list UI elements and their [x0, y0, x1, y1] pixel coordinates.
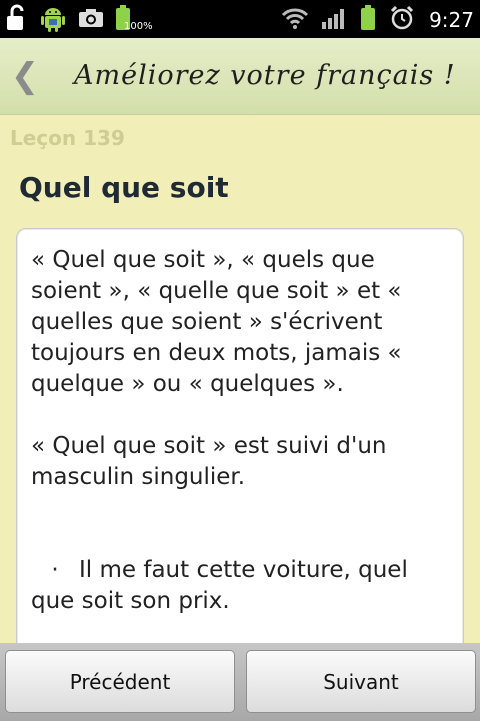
status-left	[6, 4, 132, 36]
status-bar: 100% 9:27	[0, 0, 480, 38]
lesson-content: « Quel que soit », « quels que soient »,…	[31, 245, 451, 617]
chevron-left-icon: ❮	[10, 56, 40, 96]
android-icon	[38, 3, 68, 37]
wifi-icon	[281, 6, 309, 34]
previous-button[interactable]: Précédent	[5, 650, 235, 713]
bullet: ·	[51, 557, 59, 583]
alarm-icon	[389, 5, 415, 35]
content-paragraph: « Quel que soit » est suivi d'un masculi…	[31, 433, 387, 490]
lesson-content-card[interactable]: « Quel que soit », « quels que soient »,…	[16, 228, 464, 660]
signal-icon	[321, 6, 347, 34]
battery-icon	[359, 4, 377, 36]
camera-icon	[78, 7, 104, 33]
content-paragraph: « Quel que soit », « quels que soient »,…	[31, 247, 402, 397]
example-item: · Il me faut cette voiture, quel que soit…	[31, 555, 451, 617]
unlock-icon	[6, 4, 28, 36]
back-button[interactable]: ❮	[10, 56, 40, 96]
next-button[interactable]: Suivant	[246, 650, 476, 713]
app-header: ❮ Améliorez votre français !	[0, 38, 480, 115]
app-title: Améliorez votre français !	[74, 60, 456, 91]
lesson-number: Leçon 139	[10, 126, 125, 150]
example-text: Il me faut cette voiture, quel que soit …	[31, 557, 408, 614]
clock-time: 9:27	[429, 8, 474, 32]
battery-percent: 100%	[124, 21, 153, 32]
bottom-nav-bar: Précédent Suivant	[0, 643, 480, 721]
lesson-title: Quel que soit	[19, 171, 229, 204]
status-right: 9:27	[281, 4, 474, 36]
